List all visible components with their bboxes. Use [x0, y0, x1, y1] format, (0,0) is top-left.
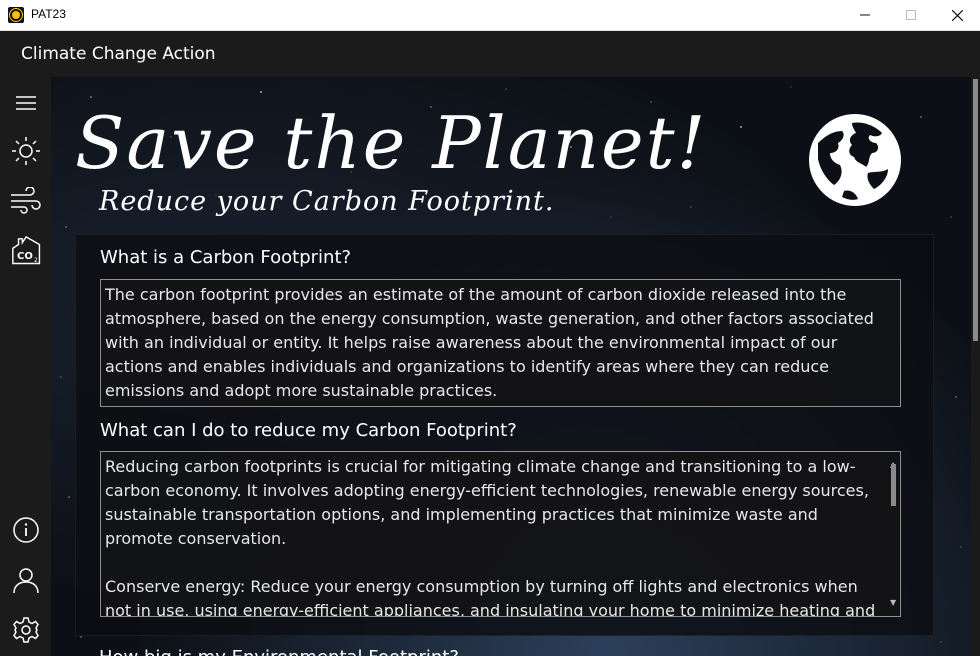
reduce-footprint-textbox[interactable]: Reducing carbon footprints is crucial fo…: [100, 451, 901, 617]
window-title-bar[interactable]: PAT23: [0, 0, 980, 31]
sidebar-item-co2[interactable]: CO 2: [0, 229, 51, 273]
sidebar-item-settings[interactable]: [0, 608, 51, 652]
menu-toggle-button[interactable]: [0, 81, 51, 125]
hero-title: Save the Planet!: [75, 101, 708, 185]
maximize-button[interactable]: [888, 0, 934, 30]
app-header: Climate Change Action: [0, 31, 980, 77]
sidebar-item-about[interactable]: [0, 508, 51, 552]
user-icon: [12, 568, 39, 594]
page-scrollbar[interactable]: [971, 77, 980, 656]
section-body-text: Reducing carbon footprints is crucial fo…: [105, 457, 876, 617]
close-button[interactable]: [934, 0, 980, 30]
svg-text:CO: CO: [17, 251, 33, 262]
sidebar-nav: CO 2: [0, 77, 51, 656]
close-icon: [951, 9, 963, 21]
co2-icon: CO 2: [11, 235, 40, 265]
sidebar-item-wind[interactable]: [0, 179, 51, 223]
scroll-down-icon[interactable]: ▼: [890, 591, 896, 615]
sidebar-item-account[interactable]: [0, 558, 51, 602]
minimize-button[interactable]: [842, 0, 888, 30]
minimize-icon: [860, 14, 870, 16]
window-title: PAT23: [31, 7, 66, 21]
main-content: Save the Planet! Reduce your Carbon Foot…: [51, 77, 980, 656]
carbon-footprint-definition-textbox[interactable]: The carbon footprint provides an estimat…: [100, 279, 901, 407]
sidebar-item-solar[interactable]: [0, 129, 51, 173]
app-sun-icon: [8, 7, 24, 23]
app-title: Climate Change Action: [21, 44, 216, 64]
maximize-icon: [906, 10, 916, 20]
svg-text:2: 2: [34, 257, 38, 264]
section-body-text: The carbon footprint provides an estimat…: [105, 285, 880, 400]
scrollbar-thumb[interactable]: [891, 464, 896, 506]
globe-icon: [809, 114, 901, 206]
sun-icon: [11, 137, 40, 165]
textbox-scrollbar[interactable]: ▲ ▼: [888, 452, 900, 616]
wind-icon: [10, 187, 41, 214]
settings-gear-icon: [12, 617, 39, 643]
section-heading-what-is: What is a Carbon Footprint?: [100, 247, 352, 268]
hamburger-menu-icon: [15, 96, 36, 110]
hero-subtitle: Reduce your Carbon Footprint.: [99, 186, 555, 217]
info-panel: What is a Carbon Footprint? The carbon f…: [75, 234, 934, 636]
section-heading-how-to-reduce: What can I do to reduce my Carbon Footpr…: [100, 420, 517, 441]
info-icon: [12, 517, 39, 543]
section-heading-environmental-footprint: How big is my Environmental Footprint?: [99, 647, 459, 656]
page-scrollbar-thumb[interactable]: [973, 79, 978, 341]
